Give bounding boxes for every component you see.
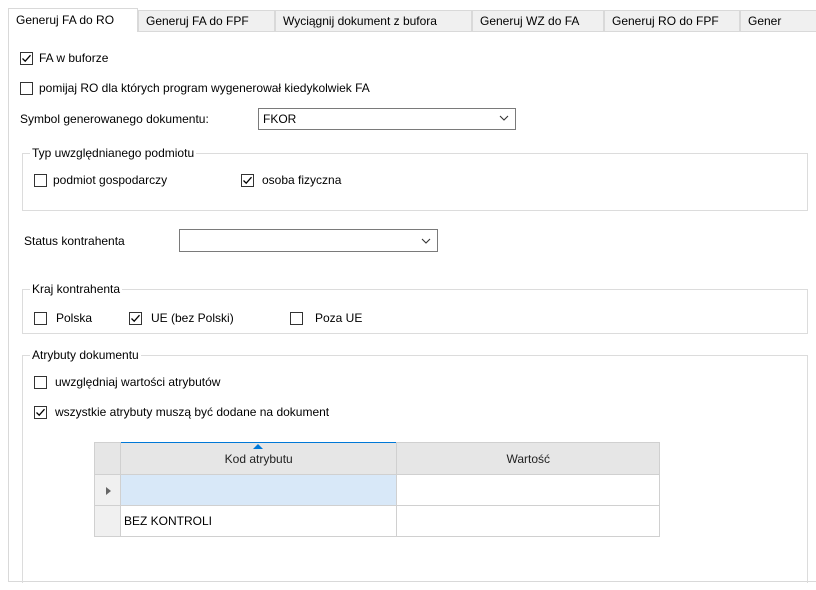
cell-text: BEZ KONTROLI bbox=[123, 514, 212, 528]
tab-label: Generuj RO do FPF bbox=[612, 14, 719, 28]
column-header-label: Kod atrybutu bbox=[224, 451, 293, 466]
wszystkie-atrybuty-label: wszystkie atrybuty muszą być dodane na d… bbox=[55, 405, 330, 419]
sort-ascending-icon bbox=[252, 444, 263, 449]
chevron-down-icon bbox=[499, 115, 509, 121]
table-row[interactable]: BEZ KONTROLI bbox=[94, 505, 660, 537]
tab-strip: Generuj FA do RO Generuj FA do FPF Wycią… bbox=[8, 8, 816, 32]
polska-label: Polska bbox=[56, 311, 93, 325]
podmiot-gospodarczy-label: podmiot gospodarczy bbox=[53, 173, 168, 187]
cell-wartosc[interactable] bbox=[396, 474, 660, 506]
grid-corner bbox=[94, 442, 121, 475]
checkmark-icon bbox=[131, 314, 140, 323]
uwzgledniaj-wartosci-label: uwzględniaj wartości atrybutów bbox=[55, 375, 221, 389]
podmiot-gospodarczy-checkbox[interactable] bbox=[34, 174, 47, 187]
tab-label: Generuj WZ do FA bbox=[480, 14, 580, 28]
checkmark-icon bbox=[243, 176, 252, 185]
grid-header-row: Kod atrybutu Wartość bbox=[94, 442, 660, 475]
polska-checkbox[interactable] bbox=[34, 312, 47, 325]
column-header-kod-atrybutu[interactable]: Kod atrybutu bbox=[119, 442, 398, 475]
cell-wartosc[interactable] bbox=[396, 505, 660, 537]
column-header-label: Wartość bbox=[506, 451, 551, 466]
typ-podmiotu-legend: Typ uwzględnianego podmiotu bbox=[30, 146, 197, 160]
atrybuty-dokumentu-legend: Atrybuty dokumentu bbox=[30, 348, 141, 362]
column-header-wartosc[interactable]: Wartość bbox=[396, 442, 660, 475]
table-row[interactable] bbox=[94, 474, 660, 506]
tab-label: Wyciągnij dokument z bufora bbox=[283, 14, 437, 28]
symbol-value: FKOR bbox=[263, 112, 297, 126]
status-kontrahenta-combobox[interactable] bbox=[179, 229, 438, 252]
fa-w-buforze-label: FA w buforze bbox=[39, 51, 109, 65]
tab-generuj-fa-do-fpf[interactable]: Generuj FA do FPF bbox=[138, 10, 275, 31]
tab-label: Generuj FA do FPF bbox=[146, 14, 249, 28]
ue-bez-polski-checkbox[interactable] bbox=[129, 312, 142, 325]
tab-generuj-ro-do-fpf[interactable]: Generuj RO do FPF bbox=[604, 10, 740, 31]
cell-kod-atrybutu[interactable] bbox=[119, 474, 398, 506]
atrybuty-grid: Kod atrybutu Wartość BEZ KONTROLI bbox=[94, 442, 660, 537]
status-kontrahenta-label: Status kontrahenta bbox=[24, 234, 125, 248]
osoba-fizyczna-label: osoba fizyczna bbox=[262, 173, 342, 187]
pomijaj-ro-label: pomijaj RO dla których program wygenerow… bbox=[39, 81, 370, 95]
fa-w-buforze-checkbox[interactable] bbox=[20, 52, 33, 65]
checkmark-icon bbox=[36, 408, 45, 417]
osoba-fizyczna-checkbox[interactable] bbox=[241, 174, 254, 187]
row-header[interactable] bbox=[94, 505, 121, 537]
tab-label: Generuj FA do RO bbox=[16, 13, 115, 27]
tab-generuj-wz-do-fa[interactable]: Generuj WZ do FA bbox=[472, 10, 604, 31]
checkmark-icon bbox=[22, 54, 31, 63]
poza-ue-label: Poza UE bbox=[315, 311, 363, 325]
cell-kod-atrybutu[interactable]: BEZ KONTROLI bbox=[119, 505, 398, 537]
pomijaj-ro-checkbox[interactable] bbox=[20, 82, 33, 95]
tab-generuj-fa-do-ro[interactable]: Generuj FA do RO bbox=[8, 8, 138, 32]
current-row-arrow-icon bbox=[106, 487, 111, 495]
kraj-kontrahenta-legend: Kraj kontrahenta bbox=[30, 282, 123, 296]
row-header[interactable] bbox=[94, 474, 121, 506]
symbol-label: Symbol generowanego dokumentu: bbox=[20, 112, 209, 126]
tab-gener[interactable]: Gener bbox=[740, 10, 816, 31]
symbol-combobox[interactable]: FKOR bbox=[258, 108, 516, 130]
tab-label: Gener bbox=[748, 14, 782, 28]
wszystkie-atrybuty-checkbox[interactable] bbox=[34, 406, 47, 419]
ue-bez-polski-label: UE (bez Polski) bbox=[151, 311, 234, 325]
chevron-down-icon bbox=[421, 238, 431, 244]
tab-wyciagnij-dokument[interactable]: Wyciągnij dokument z bufora bbox=[275, 10, 472, 31]
poza-ue-checkbox[interactable] bbox=[290, 312, 303, 325]
uwzgledniaj-wartosci-checkbox[interactable] bbox=[34, 376, 47, 389]
